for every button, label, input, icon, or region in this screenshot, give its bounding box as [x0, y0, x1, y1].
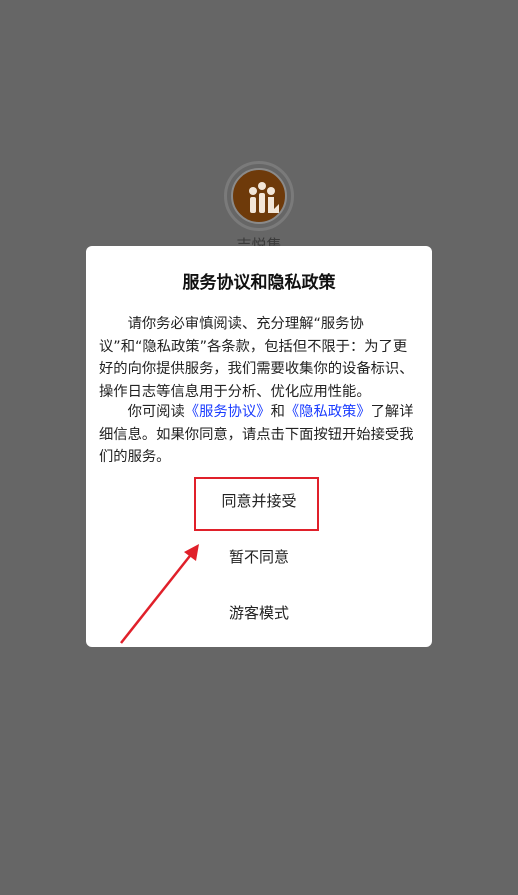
annotation-arrow-icon	[120, 544, 199, 644]
